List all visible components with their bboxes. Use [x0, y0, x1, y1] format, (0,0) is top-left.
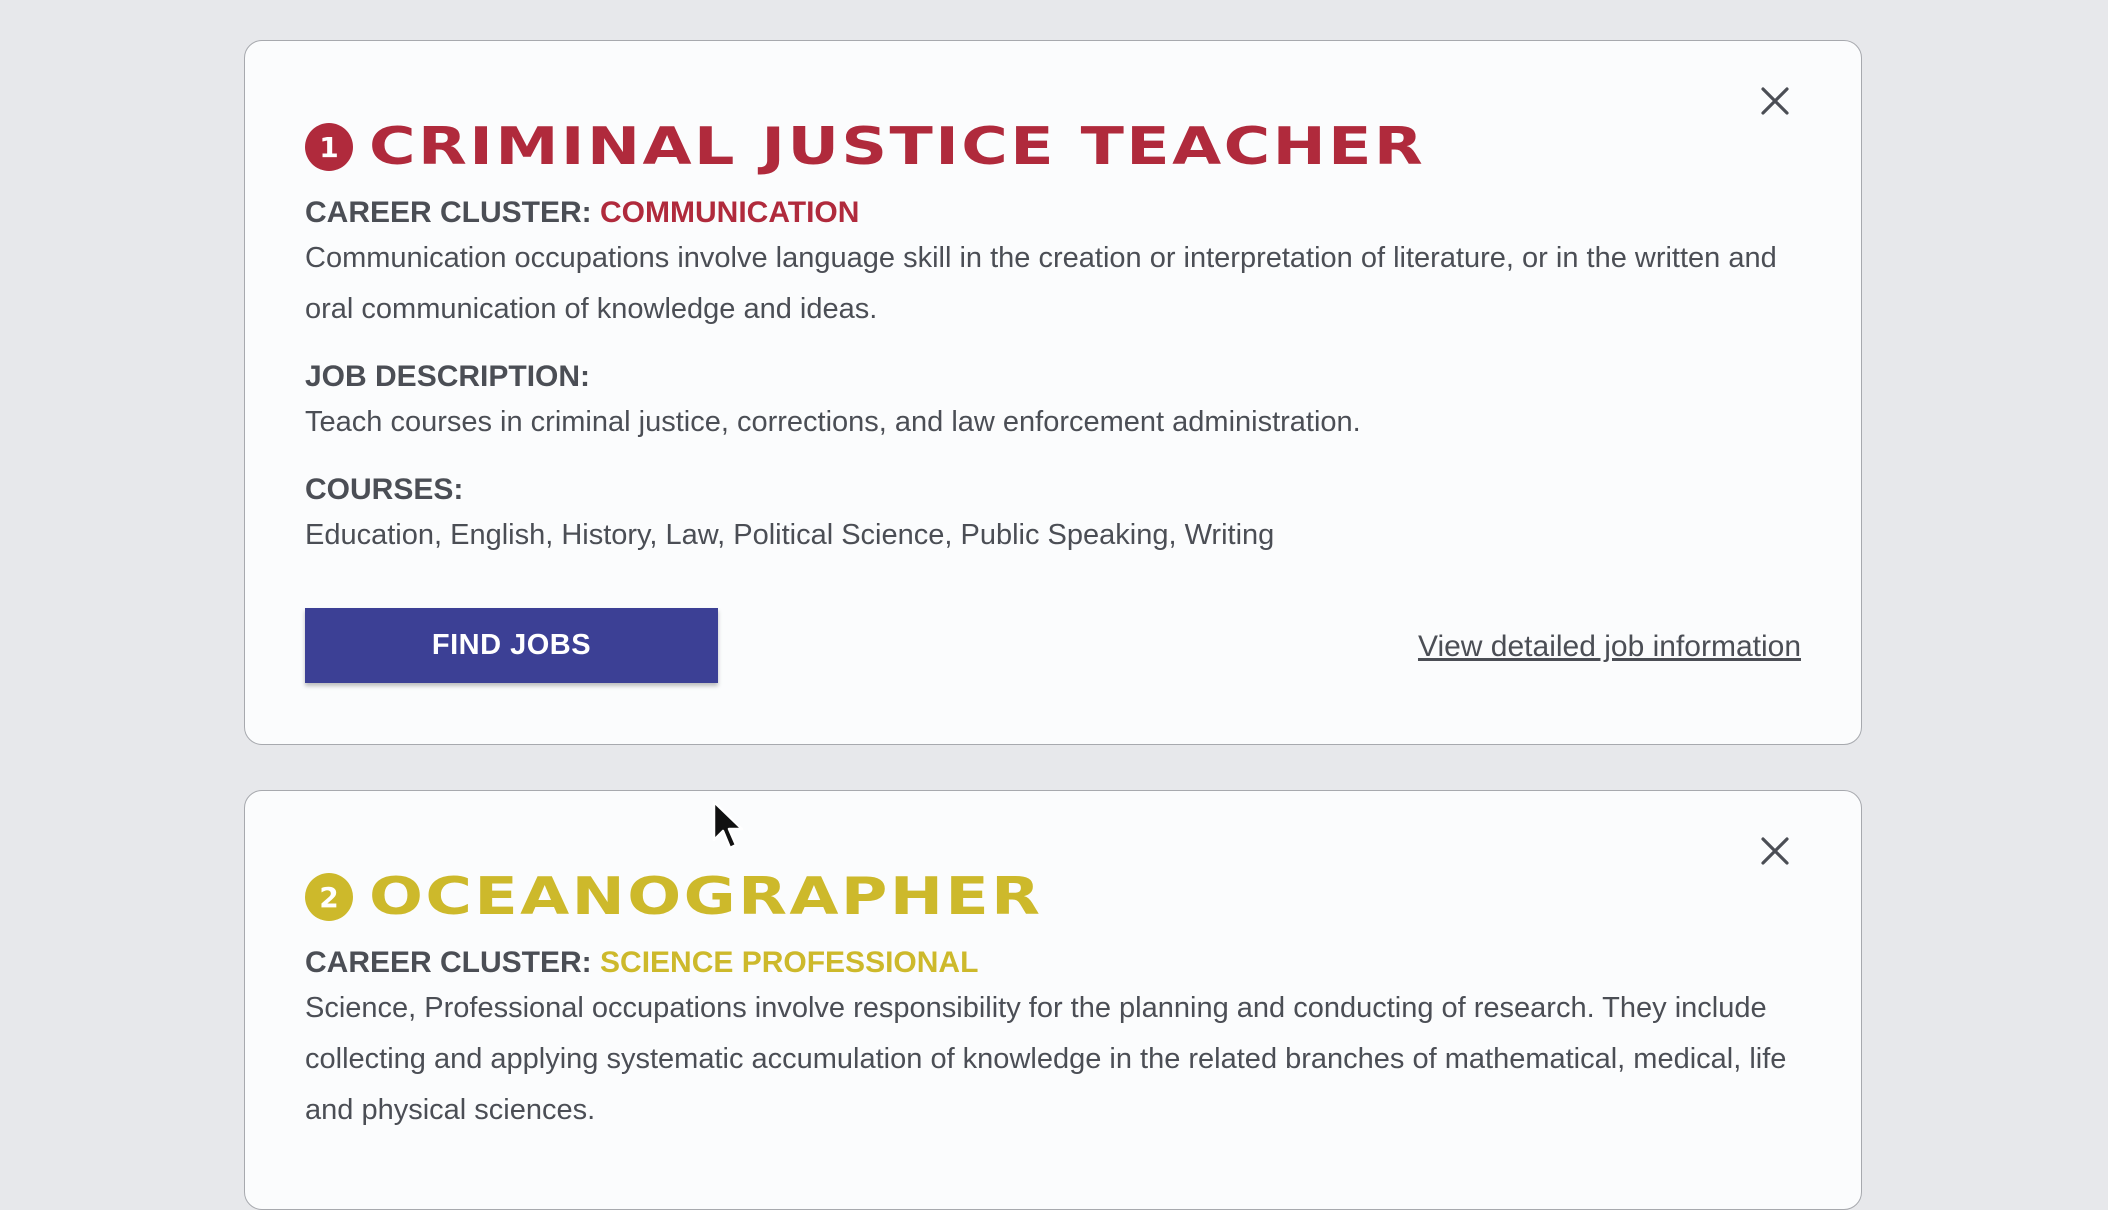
career-cluster-name: COMMUNICATION — [600, 196, 860, 229]
job-details: CAREER CLUSTER: SCIENCE PROFESSIONAL Sci… — [305, 943, 1805, 1136]
career-cluster-description: Science, Professional occupations involv… — [305, 992, 1787, 1126]
career-cluster-label: CAREER CLUSTER: — [305, 946, 592, 979]
job-title: OCEANOGRAPHER — [369, 867, 1043, 927]
courses-text: Education, English, History, Law, Politi… — [305, 519, 1275, 551]
job-card: 2 OCEANOGRAPHER CAREER CLUSTER: SCIENCE … — [244, 790, 1862, 1210]
career-cluster-label: CAREER CLUSTER: — [305, 196, 592, 229]
career-cluster-heading: CAREER CLUSTER: COMMUNICATION — [305, 193, 1805, 233]
job-title-row: 2 OCEANOGRAPHER — [305, 869, 1040, 925]
job-title: CRIMINAL JUSTICE TEACHER — [369, 117, 1426, 177]
career-cluster-heading: CAREER CLUSTER: SCIENCE PROFESSIONAL — [305, 943, 1805, 983]
view-detailed-job-link[interactable]: View detailed job information — [1418, 630, 1801, 664]
career-cluster-description: Communication occupations involve langua… — [305, 242, 1777, 325]
job-description-label: JOB DESCRIPTION: — [305, 360, 591, 393]
rank-badge: 1 — [305, 123, 353, 171]
job-title-row: 1 CRIMINAL JUSTICE TEACHER — [305, 119, 1423, 175]
find-jobs-button[interactable]: FIND JOBS — [305, 608, 718, 683]
close-icon[interactable] — [1757, 83, 1793, 119]
job-card: 1 CRIMINAL JUSTICE TEACHER CAREER CLUSTE… — [244, 40, 1862, 745]
close-icon[interactable] — [1757, 833, 1793, 869]
rank-badge: 2 — [305, 873, 353, 921]
career-cluster-name: SCIENCE PROFESSIONAL — [600, 946, 979, 979]
courses-label: COURSES: — [305, 473, 464, 506]
job-description-text: Teach courses in criminal justice, corre… — [305, 406, 1361, 438]
mouse-pointer-icon — [712, 800, 746, 852]
job-details: CAREER CLUSTER: COMMUNICATION Communicat… — [305, 193, 1805, 561]
